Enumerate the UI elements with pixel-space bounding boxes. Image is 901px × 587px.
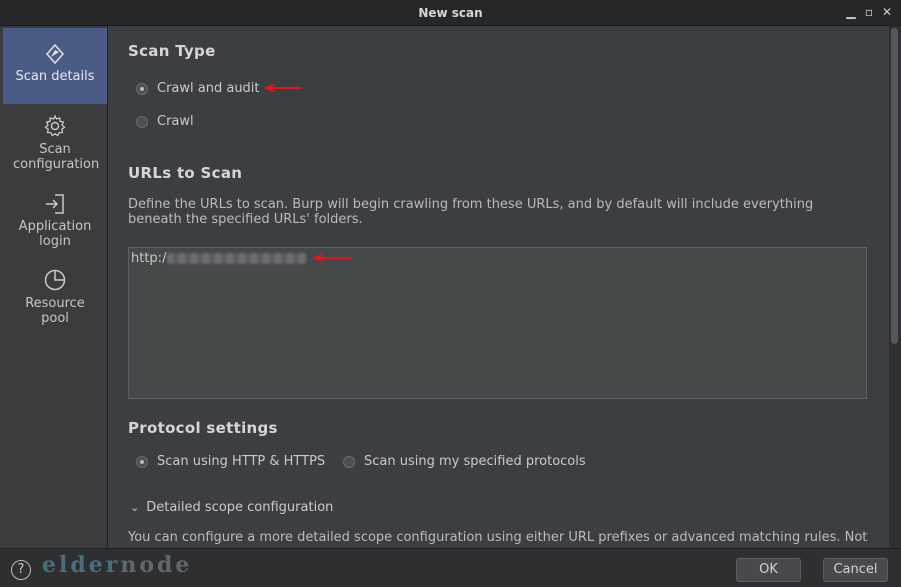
login-icon — [46, 194, 64, 214]
radio-selected-icon — [136, 82, 148, 95]
dialog-footer: ? eldernode OK Cancel — [0, 548, 901, 587]
urls-description: Define the URLs to scan. Burp will begin… — [128, 197, 814, 227]
compass-icon — [45, 43, 65, 65]
radio-scan-http-https[interactable]: Scan using HTTP & HTTPS — [136, 454, 325, 469]
cancel-button[interactable]: Cancel — [823, 558, 888, 582]
radio-selected-icon — [136, 455, 148, 468]
radio-unselected-icon — [136, 115, 148, 128]
detailed-scope-toggle[interactable]: ⌄ Detailed scope configuration — [130, 500, 333, 515]
scan-details-panel: Scan Type Crawl and audit Crawl URLs to … — [108, 26, 889, 548]
redacted-url — [167, 253, 308, 264]
radio-crawl[interactable]: Crawl — [136, 114, 194, 129]
annotation-arrow-icon — [264, 83, 302, 93]
vertical-scrollbar[interactable] — [889, 26, 901, 548]
annotation-arrow-icon — [312, 253, 352, 263]
window-title: New scan — [418, 6, 483, 20]
radio-crawl-and-audit[interactable]: Crawl and audit — [136, 81, 260, 96]
sidebar-item-scan-details[interactable]: Scan details — [3, 28, 107, 104]
radio-scan-specified-protocols[interactable]: Scan using my specified protocols — [343, 454, 586, 469]
scrollbar-thumb[interactable] — [891, 28, 898, 344]
detailed-scope-label: Detailed scope configuration — [146, 500, 334, 515]
sidebar: Scan details Scan configuration Applicat… — [0, 26, 108, 548]
urls-textarea[interactable]: http:/ — [128, 247, 867, 399]
radio-label: Crawl — [157, 114, 194, 129]
chevron-down-icon: ⌄ — [130, 501, 140, 514]
sidebar-item-label: Application login — [18, 219, 92, 249]
sidebar-item-label: Scan configuration — [13, 142, 100, 172]
url-text: http:/ — [131, 251, 167, 266]
maximize-icon[interactable]: ▫ — [861, 4, 877, 20]
radio-label: Crawl and audit — [157, 81, 260, 96]
sidebar-item-scan-configuration[interactable]: Scan configuration — [3, 114, 107, 178]
sidebar-item-application-login[interactable]: Application login — [3, 193, 107, 257]
help-icon[interactable]: ? — [11, 560, 31, 580]
protocol-heading: Protocol settings — [128, 419, 278, 437]
urls-heading: URLs to Scan — [128, 164, 243, 182]
gear-icon — [44, 114, 66, 137]
pie-chart-icon — [44, 269, 66, 291]
title-bar: New scan ▁ ▫ ✕ — [0, 0, 901, 26]
radio-label: Scan using my specified protocols — [364, 454, 586, 469]
close-icon[interactable]: ✕ — [879, 4, 895, 20]
detailed-scope-description: You can configure a more detailed scope … — [128, 530, 868, 545]
minimize-icon[interactable]: ▁ — [843, 4, 859, 20]
ok-button[interactable]: OK — [736, 558, 801, 582]
sidebar-item-label: Scan details — [15, 69, 95, 84]
sidebar-item-label: Resource pool — [25, 296, 85, 326]
watermark-logo: eldernode — [42, 552, 193, 578]
radio-unselected-icon — [343, 455, 355, 468]
sidebar-item-resource-pool[interactable]: Resource pool — [3, 268, 107, 332]
scan-type-heading: Scan Type — [128, 42, 216, 60]
radio-label: Scan using HTTP & HTTPS — [157, 454, 326, 469]
